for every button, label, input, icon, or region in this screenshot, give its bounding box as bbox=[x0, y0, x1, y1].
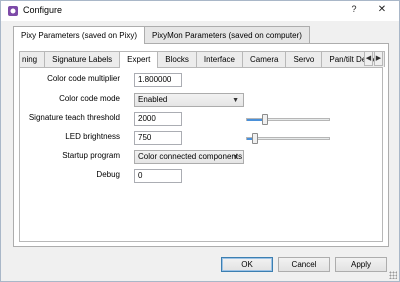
color-code-mode-select[interactable]: Enabled ▼ bbox=[134, 93, 244, 107]
tab-scroll-right-icon[interactable]: ▶ bbox=[374, 51, 383, 66]
led-brightness-slider[interactable] bbox=[246, 133, 330, 144]
slider-thumb[interactable] bbox=[252, 133, 258, 144]
resize-grip-icon[interactable] bbox=[389, 271, 397, 279]
tab-scroll-left-icon[interactable]: ◀ bbox=[364, 51, 373, 66]
debug-field[interactable]: 0 bbox=[134, 169, 182, 183]
close-icon[interactable]: ✕ bbox=[366, 1, 398, 18]
tab-pixy-parameters[interactable]: Pixy Parameters (saved on Pixy) bbox=[13, 26, 146, 44]
cancel-button[interactable]: Cancel bbox=[278, 257, 330, 272]
startup-program-value: Color connected components bbox=[138, 152, 243, 161]
debug-label: Debug bbox=[96, 170, 120, 179]
chevron-down-icon: ▼ bbox=[232, 97, 239, 104]
tab-pixymon-parameters[interactable]: PixyMon Parameters (saved on computer) bbox=[144, 26, 310, 43]
signature-teach-threshold-field[interactable]: 2000 bbox=[134, 112, 182, 126]
tab-camera[interactable]: Camera bbox=[242, 51, 287, 67]
led-brightness-label: LED brightness bbox=[65, 132, 120, 141]
tab-signature-labels[interactable]: Signature Labels bbox=[44, 51, 121, 67]
signature-teach-threshold-slider[interactable] bbox=[246, 114, 330, 125]
color-code-multiplier-label: Color code multiplier bbox=[47, 74, 120, 83]
startup-program-select[interactable]: Color connected components ▼ bbox=[134, 150, 244, 164]
window-title: Configure bbox=[23, 5, 63, 15]
title-bar: Configure ? ✕ bbox=[1, 1, 399, 21]
slider-fill bbox=[247, 119, 263, 121]
tab-tuning[interactable]: ning bbox=[19, 51, 46, 67]
pixy-parameters-pane: ning Signature Labels Expert Blocks Inte… bbox=[13, 43, 389, 247]
inner-tab-bar: ning Signature Labels Expert Blocks Inte… bbox=[19, 51, 386, 68]
tab-servo[interactable]: Servo bbox=[285, 51, 323, 67]
expert-pane: Color code multiplier 1.800000 Color cod… bbox=[19, 67, 383, 242]
app-icon bbox=[8, 6, 18, 16]
tab-blocks[interactable]: Blocks bbox=[157, 51, 197, 67]
configure-window: Configure ? ✕ Pixy Parameters (saved on … bbox=[0, 0, 400, 282]
slider-groove bbox=[246, 137, 330, 140]
tab-interface[interactable]: Interface bbox=[195, 51, 243, 67]
led-brightness-field[interactable]: 750 bbox=[134, 131, 182, 145]
color-code-mode-label: Color code mode bbox=[59, 94, 120, 103]
apply-button[interactable]: Apply bbox=[335, 257, 387, 272]
help-icon[interactable]: ? bbox=[347, 3, 361, 16]
slider-thumb[interactable] bbox=[262, 114, 268, 125]
color-code-multiplier-field[interactable]: 1.800000 bbox=[134, 73, 182, 87]
tab-expert[interactable]: Expert bbox=[119, 51, 159, 68]
ok-button[interactable]: OK bbox=[221, 257, 273, 272]
chevron-down-icon: ▼ bbox=[232, 154, 239, 161]
outer-tab-bar: Pixy Parameters (saved on Pixy) PixyMon … bbox=[13, 26, 310, 44]
signature-teach-threshold-label: Signature teach threshold bbox=[28, 113, 120, 122]
startup-program-label: Startup program bbox=[62, 151, 120, 160]
color-code-mode-value: Enabled bbox=[138, 95, 168, 104]
